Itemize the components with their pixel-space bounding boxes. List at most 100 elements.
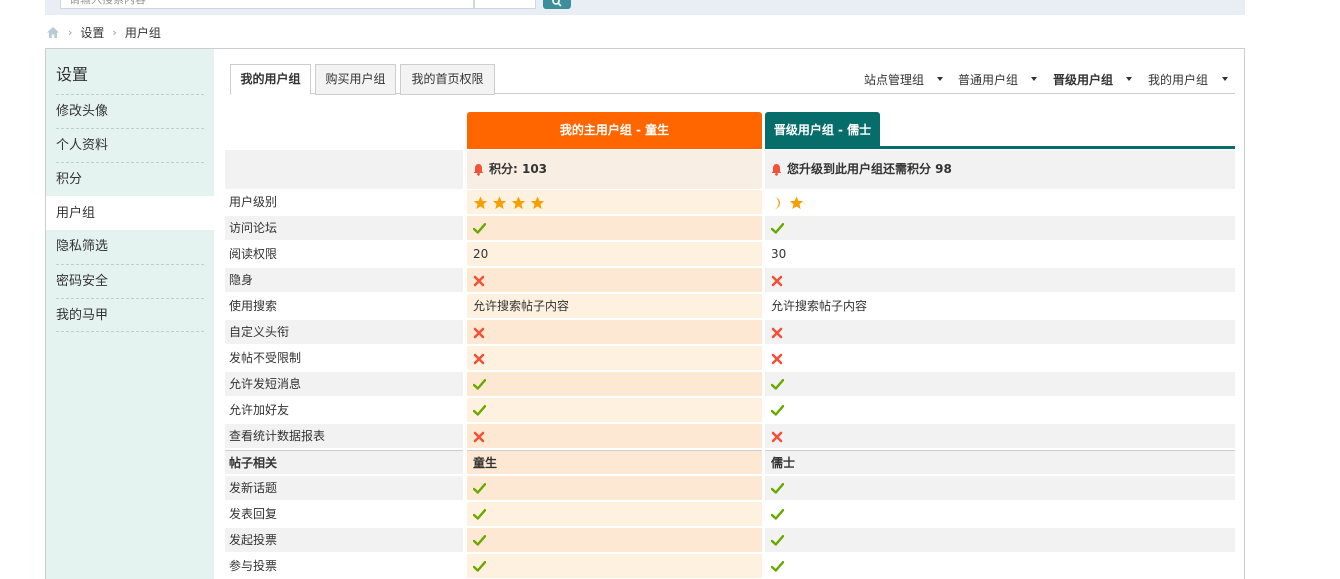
main-group-cell: 20 bbox=[467, 242, 762, 266]
upgrade-group-cell bbox=[765, 424, 1235, 448]
main-group-cell bbox=[467, 190, 762, 214]
check-icon bbox=[473, 379, 486, 390]
sidebar-menu: 修改头像 个人资料 积分 用户组 隐私筛选 密码安全 我的马甲 bbox=[46, 94, 214, 332]
main-score-text: 积分: 103 bbox=[489, 162, 548, 176]
sidebar-item[interactable]: 修改头像 bbox=[56, 94, 204, 128]
group-link-regular[interactable]: 普通用户组 bbox=[958, 71, 1018, 88]
main-group-cell bbox=[467, 216, 762, 240]
moon-icon bbox=[774, 196, 780, 209]
main-group-cell bbox=[467, 476, 762, 500]
group-link-upgrade[interactable]: 晋级用户组 bbox=[1053, 71, 1113, 88]
star-icon bbox=[473, 195, 488, 209]
row-label: 访问论坛 bbox=[225, 216, 463, 240]
home-icon[interactable] bbox=[46, 26, 60, 39]
tab-my-usergroup[interactable]: 我的用户组 bbox=[230, 64, 311, 95]
upgrade-group-cell bbox=[765, 502, 1235, 526]
cross-icon bbox=[771, 275, 783, 286]
cross-icon bbox=[473, 431, 485, 442]
cross-icon bbox=[771, 431, 783, 442]
cell-text: 允许搜索帖子内容 bbox=[473, 299, 570, 313]
upgrade-group-cell: 允许搜索帖子内容 bbox=[765, 294, 1235, 318]
sidebar: 设置 修改头像 个人资料 积分 用户组 隐私筛选 密码安全 我的马甲 bbox=[46, 49, 214, 579]
upgrade-group-cell bbox=[765, 320, 1235, 344]
star-icon bbox=[492, 195, 507, 209]
main-group-cell bbox=[467, 528, 762, 552]
upgrade-group-cell bbox=[765, 528, 1235, 552]
breadcrumb-item-settings[interactable]: 设置 bbox=[80, 24, 104, 41]
sidebar-item[interactable]: 我的马甲 bbox=[56, 298, 204, 332]
chevron-down-icon[interactable] bbox=[1126, 77, 1132, 81]
table-row: 参与投票 bbox=[225, 554, 1235, 579]
upgrade-group-header[interactable]: 晋级用户组 - 儒士 bbox=[765, 112, 880, 149]
upgrade-group-cell bbox=[765, 554, 1235, 578]
check-icon bbox=[771, 223, 784, 234]
check-icon bbox=[473, 509, 486, 520]
cross-icon bbox=[473, 275, 485, 286]
check-icon bbox=[771, 561, 784, 572]
check-icon bbox=[771, 379, 784, 390]
sidebar-item[interactable]: 密码安全 bbox=[56, 264, 204, 298]
main-group-cell: 允许搜索帖子内容 bbox=[467, 294, 762, 318]
tab-bar: 我的用户组 购买用户组 我的首页权限 站点管理组 普通用户组 晋级用户组 我的用… bbox=[230, 64, 1235, 95]
row-label: 使用搜索 bbox=[229, 299, 278, 313]
table-row: 访问论坛 bbox=[225, 216, 1235, 242]
main-group-cell bbox=[467, 424, 762, 448]
main-group-cell bbox=[467, 372, 762, 396]
group-link-admin[interactable]: 站点管理组 bbox=[864, 71, 924, 88]
upgrade-score-cell: 您升级到此用户组还需积分 98 bbox=[765, 150, 1235, 189]
check-icon bbox=[771, 509, 784, 520]
main-group-cell bbox=[467, 502, 762, 526]
cell-text: 童生 bbox=[473, 456, 498, 470]
sidebar-item[interactable]: 用户组 bbox=[46, 196, 214, 230]
main-frame: 设置 修改头像 个人资料 积分 用户组 隐私筛选 密码安全 我的马甲 我的用户组 购买用户组… bbox=[45, 48, 1245, 579]
table-row: 隐身 bbox=[225, 268, 1235, 294]
sidebar-item[interactable]: 积分 bbox=[56, 162, 204, 196]
upgrade-group-cell: 儒士 bbox=[765, 450, 1235, 474]
row-label: 用户级别 bbox=[229, 195, 278, 209]
row-label: 发表回复 bbox=[229, 507, 278, 521]
search-type-select[interactable] bbox=[474, 0, 536, 9]
tab-home-permissions[interactable]: 我的首页权限 bbox=[400, 64, 495, 95]
main-group-header: 我的主用户组 - 童生 bbox=[467, 112, 762, 149]
cross-icon bbox=[771, 327, 783, 338]
search-button[interactable] bbox=[543, 0, 571, 9]
search-input[interactable]: 请输入搜索内容 bbox=[60, 0, 474, 9]
table-row: 使用搜索 允许搜索帖子内容 允许搜索帖子内容 bbox=[225, 294, 1235, 320]
upgrade-group-cell bbox=[765, 216, 1235, 240]
main-group-cell bbox=[467, 554, 762, 578]
upgrade-group-cell bbox=[765, 190, 1235, 214]
main-group-cell bbox=[467, 398, 762, 422]
table-row: 用户级别 bbox=[225, 190, 1235, 216]
chevron-down-icon[interactable] bbox=[937, 77, 943, 81]
upgrade-group-cell bbox=[765, 346, 1235, 370]
check-icon bbox=[473, 483, 486, 494]
check-icon bbox=[473, 405, 486, 416]
sidebar-item[interactable]: 个人资料 bbox=[56, 128, 204, 162]
row-label: 允许加好友 bbox=[229, 403, 290, 417]
group-link-mine[interactable]: 我的用户组 bbox=[1148, 71, 1208, 88]
breadcrumb-separator: › bbox=[112, 25, 117, 39]
row-label: 允许发短消息 bbox=[225, 372, 463, 396]
main-group-cell bbox=[467, 268, 762, 292]
cell-text: 儒士 bbox=[771, 456, 796, 470]
breadcrumb-item-usergroup[interactable]: 用户组 bbox=[125, 24, 161, 41]
upgrade-score-text: 您升级到此用户组还需积分 98 bbox=[787, 162, 952, 176]
chevron-down-icon[interactable] bbox=[1222, 77, 1228, 81]
check-icon bbox=[771, 483, 784, 494]
row-label: 隐身 bbox=[225, 268, 463, 292]
sidebar-item[interactable]: 隐私筛选 bbox=[56, 230, 204, 264]
check-icon bbox=[771, 535, 784, 546]
cross-icon bbox=[771, 353, 783, 364]
check-icon bbox=[473, 535, 486, 546]
table-row: 发帖不受限制 bbox=[225, 346, 1235, 372]
table-row: 发表回复 bbox=[225, 502, 1235, 528]
chevron-down-icon[interactable] bbox=[1031, 77, 1037, 81]
bell-icon bbox=[473, 164, 484, 176]
upgrade-header-line bbox=[765, 146, 1235, 149]
tab-buy-usergroup[interactable]: 购买用户组 bbox=[315, 64, 396, 95]
row-label: 阅读权限 bbox=[229, 247, 278, 261]
star-icon bbox=[511, 195, 526, 209]
row-label: 发起投票 bbox=[225, 528, 463, 552]
upgrade-group-cell bbox=[765, 372, 1235, 396]
row-label: 发帖不受限制 bbox=[229, 351, 302, 365]
